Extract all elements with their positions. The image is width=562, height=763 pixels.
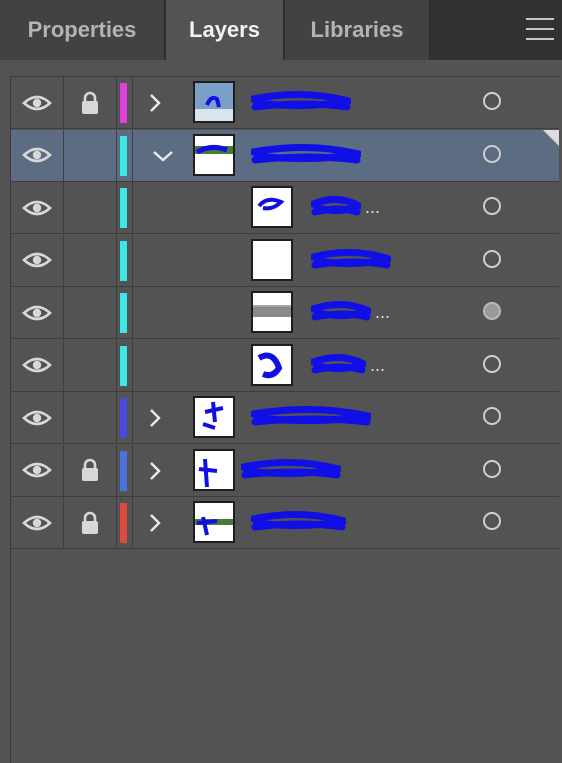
column-divider: [132, 287, 133, 338]
chevron-right-icon[interactable]: [143, 509, 167, 537]
chevron-right-icon[interactable]: [143, 457, 167, 485]
layer-color-swatch: [120, 188, 127, 228]
lock-toggle[interactable]: [64, 129, 117, 181]
layer-thumbnail: [193, 81, 235, 123]
hamburger-menu-icon[interactable]: [526, 18, 554, 40]
layer-row[interactable]: ...: [11, 287, 559, 339]
layer-color-swatch: [120, 398, 127, 438]
target-circle-icon[interactable]: [483, 407, 501, 425]
layer-row[interactable]: [11, 444, 559, 497]
layer-thumbnail: [251, 186, 293, 228]
redaction-scribble: [309, 194, 363, 227]
column-divider: [132, 444, 133, 496]
eye-icon[interactable]: [11, 392, 64, 443]
layer-name[interactable]: ...: [375, 287, 390, 338]
layer-name[interactable]: ...: [365, 182, 380, 233]
layer-row[interactable]: [11, 234, 559, 287]
layer-name[interactable]: ...: [370, 340, 385, 391]
redaction-scribble: [249, 404, 373, 437]
lock-toggle[interactable]: [64, 234, 117, 286]
selection-corner-indicator: [543, 129, 559, 146]
layer-thumbnail: [193, 396, 235, 438]
layer-thumbnail: [251, 291, 293, 333]
tab-layers[interactable]: Layers: [166, 0, 284, 60]
target-circle-icon[interactable]: [483, 459, 501, 478]
layer-color-swatch: [120, 293, 127, 333]
layer-color-swatch: [120, 450, 127, 491]
tab-libraries[interactable]: Libraries: [285, 0, 430, 60]
layer-thumbnail: [193, 501, 235, 543]
layer-thumbnail: [251, 343, 293, 386]
eye-icon[interactable]: [11, 234, 64, 286]
target-circle-icon[interactable]: [483, 92, 501, 110]
layer-row[interactable]: ...: [11, 182, 559, 234]
lock-toggle[interactable]: [64, 182, 117, 233]
lock-icon[interactable]: [64, 77, 117, 128]
layer-color-swatch: [120, 135, 127, 176]
target-circle-icon[interactable]: [483, 249, 501, 268]
lock-icon[interactable]: [64, 444, 117, 496]
layers-list: .........: [10, 76, 559, 763]
layer-row[interactable]: [11, 497, 559, 549]
lock-toggle[interactable]: [64, 339, 117, 391]
column-divider: [132, 339, 133, 391]
chevron-down-icon[interactable]: [151, 142, 175, 170]
redaction-scribble: [309, 352, 368, 385]
layer-thumbnail: [193, 448, 235, 491]
redaction-scribble: [239, 457, 343, 490]
lock-toggle[interactable]: [64, 287, 117, 338]
redaction-scribble: [249, 509, 348, 542]
lock-icon[interactable]: [64, 497, 117, 548]
chevron-right-icon[interactable]: [143, 89, 167, 117]
column-divider: [132, 234, 133, 286]
eye-icon[interactable]: [11, 77, 64, 128]
target-circle-icon[interactable]: [483, 144, 501, 163]
eye-icon[interactable]: [11, 497, 64, 548]
target-circle-icon[interactable]: [483, 512, 501, 530]
column-divider: [132, 129, 133, 181]
eye-icon[interactable]: [11, 287, 64, 338]
layer-thumbnail: [251, 238, 293, 281]
tab-properties[interactable]: Properties: [0, 0, 165, 60]
eye-icon[interactable]: [11, 129, 64, 181]
column-divider: [132, 392, 133, 443]
layer-color-swatch: [120, 83, 127, 123]
redaction-scribble: [249, 89, 353, 122]
eye-icon[interactable]: [11, 182, 64, 233]
target-circle-icon[interactable]: [483, 302, 501, 320]
chevron-right-icon[interactable]: [143, 404, 167, 432]
target-circle-icon[interactable]: [483, 197, 501, 215]
eye-icon[interactable]: [11, 444, 64, 496]
layer-color-swatch: [120, 240, 127, 281]
redaction-scribble: [249, 142, 363, 175]
column-divider: [132, 77, 133, 128]
redaction-scribble: [309, 247, 393, 280]
target-circle-icon[interactable]: [483, 354, 501, 373]
layer-color-swatch: [120, 503, 127, 543]
column-divider: [132, 182, 133, 233]
layer-row[interactable]: ...: [11, 339, 559, 392]
layer-row[interactable]: [11, 77, 559, 129]
layer-color-swatch: [120, 345, 127, 386]
column-divider: [132, 497, 133, 548]
lock-toggle[interactable]: [64, 392, 117, 443]
layer-row[interactable]: [11, 129, 559, 182]
layer-thumbnail: [193, 133, 235, 176]
layer-row[interactable]: [11, 392, 559, 444]
redaction-scribble: [309, 299, 373, 332]
eye-icon[interactable]: [11, 339, 64, 391]
panel-tab-bar: Properties Layers Libraries: [0, 0, 562, 60]
